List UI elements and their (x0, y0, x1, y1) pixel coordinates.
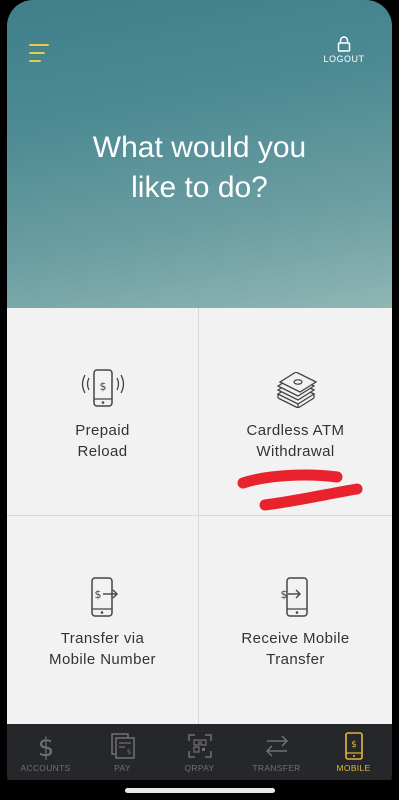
svg-text:$: $ (37, 733, 54, 760)
menu-icon-bar (29, 60, 41, 62)
tab-label: MOBILE (336, 763, 371, 773)
tile-transfer-via-mobile-number[interactable]: $ Transfer via Mobile Number (7, 515, 198, 724)
tab-label: TRANSFER (252, 763, 301, 773)
qr-scan-icon (187, 734, 212, 758)
menu-button[interactable] (29, 44, 53, 68)
lock-icon (337, 36, 351, 52)
tile-receive-mobile-transfer[interactable]: $ Receive Mobile Transfer (198, 515, 392, 724)
svg-text:$: $ (280, 588, 287, 601)
tab-transfer[interactable]: TRANSFER (238, 724, 315, 780)
svg-text:$: $ (126, 748, 130, 756)
logout-button[interactable]: LOGOUT (314, 36, 374, 72)
svg-text:$: $ (351, 740, 357, 750)
phone-dollar-signal-icon: $ (81, 369, 124, 407)
menu-icon-bar (29, 52, 45, 54)
tile-label: Receive Mobile Transfer (241, 630, 350, 668)
hero-header: LOGOUT What would you like to do? (7, 0, 392, 308)
page-title: What would you like to do? (92, 131, 307, 204)
bottom-tab-bar: $ ACCOUNTS $ PAY QRPAY TRANSFER $ MOBILE (7, 724, 392, 780)
transfer-arrows-icon (265, 735, 288, 757)
mobile-dollar-icon: $ (344, 732, 363, 760)
tab-label: PAY (114, 763, 131, 773)
tab-label: ACCOUNTS (20, 763, 71, 773)
logout-label: LOGOUT (323, 54, 365, 64)
phone-send-transfer-icon: $ (90, 577, 118, 617)
tile-label: Cardless ATM Withdrawal (246, 422, 345, 460)
tab-mobile[interactable]: $ MOBILE (315, 724, 392, 780)
menu-icon (29, 44, 49, 46)
svg-text:$: $ (99, 380, 106, 393)
phone-receive-transfer-icon: $ (280, 577, 308, 617)
tab-label: QRPAY (184, 763, 215, 773)
home-indicator[interactable] (125, 788, 275, 793)
tile-prepaid-reload[interactable]: $ Prepaid Reload (7, 308, 198, 515)
svg-text:$: $ (94, 588, 101, 601)
tile-label: Transfer via Mobile Number (49, 630, 156, 668)
tab-qrpay[interactable]: QRPAY (161, 724, 238, 780)
bill-icon: $ (110, 733, 135, 759)
tile-label: Prepaid Reload (75, 422, 130, 460)
tab-accounts[interactable]: $ ACCOUNTS (7, 724, 84, 780)
app-screen: LOGOUT What would you like to do? $ Prep… (7, 0, 392, 800)
tile-cardless-atm-withdrawal[interactable]: Cardless ATM Withdrawal (198, 308, 392, 515)
tab-pay[interactable]: $ PAY (84, 724, 161, 780)
cash-stack-icon (276, 372, 317, 408)
dollar-icon: $ (37, 733, 54, 760)
action-grid: $ Prepaid Reload Cardless ATM Withdrawal… (7, 308, 392, 724)
